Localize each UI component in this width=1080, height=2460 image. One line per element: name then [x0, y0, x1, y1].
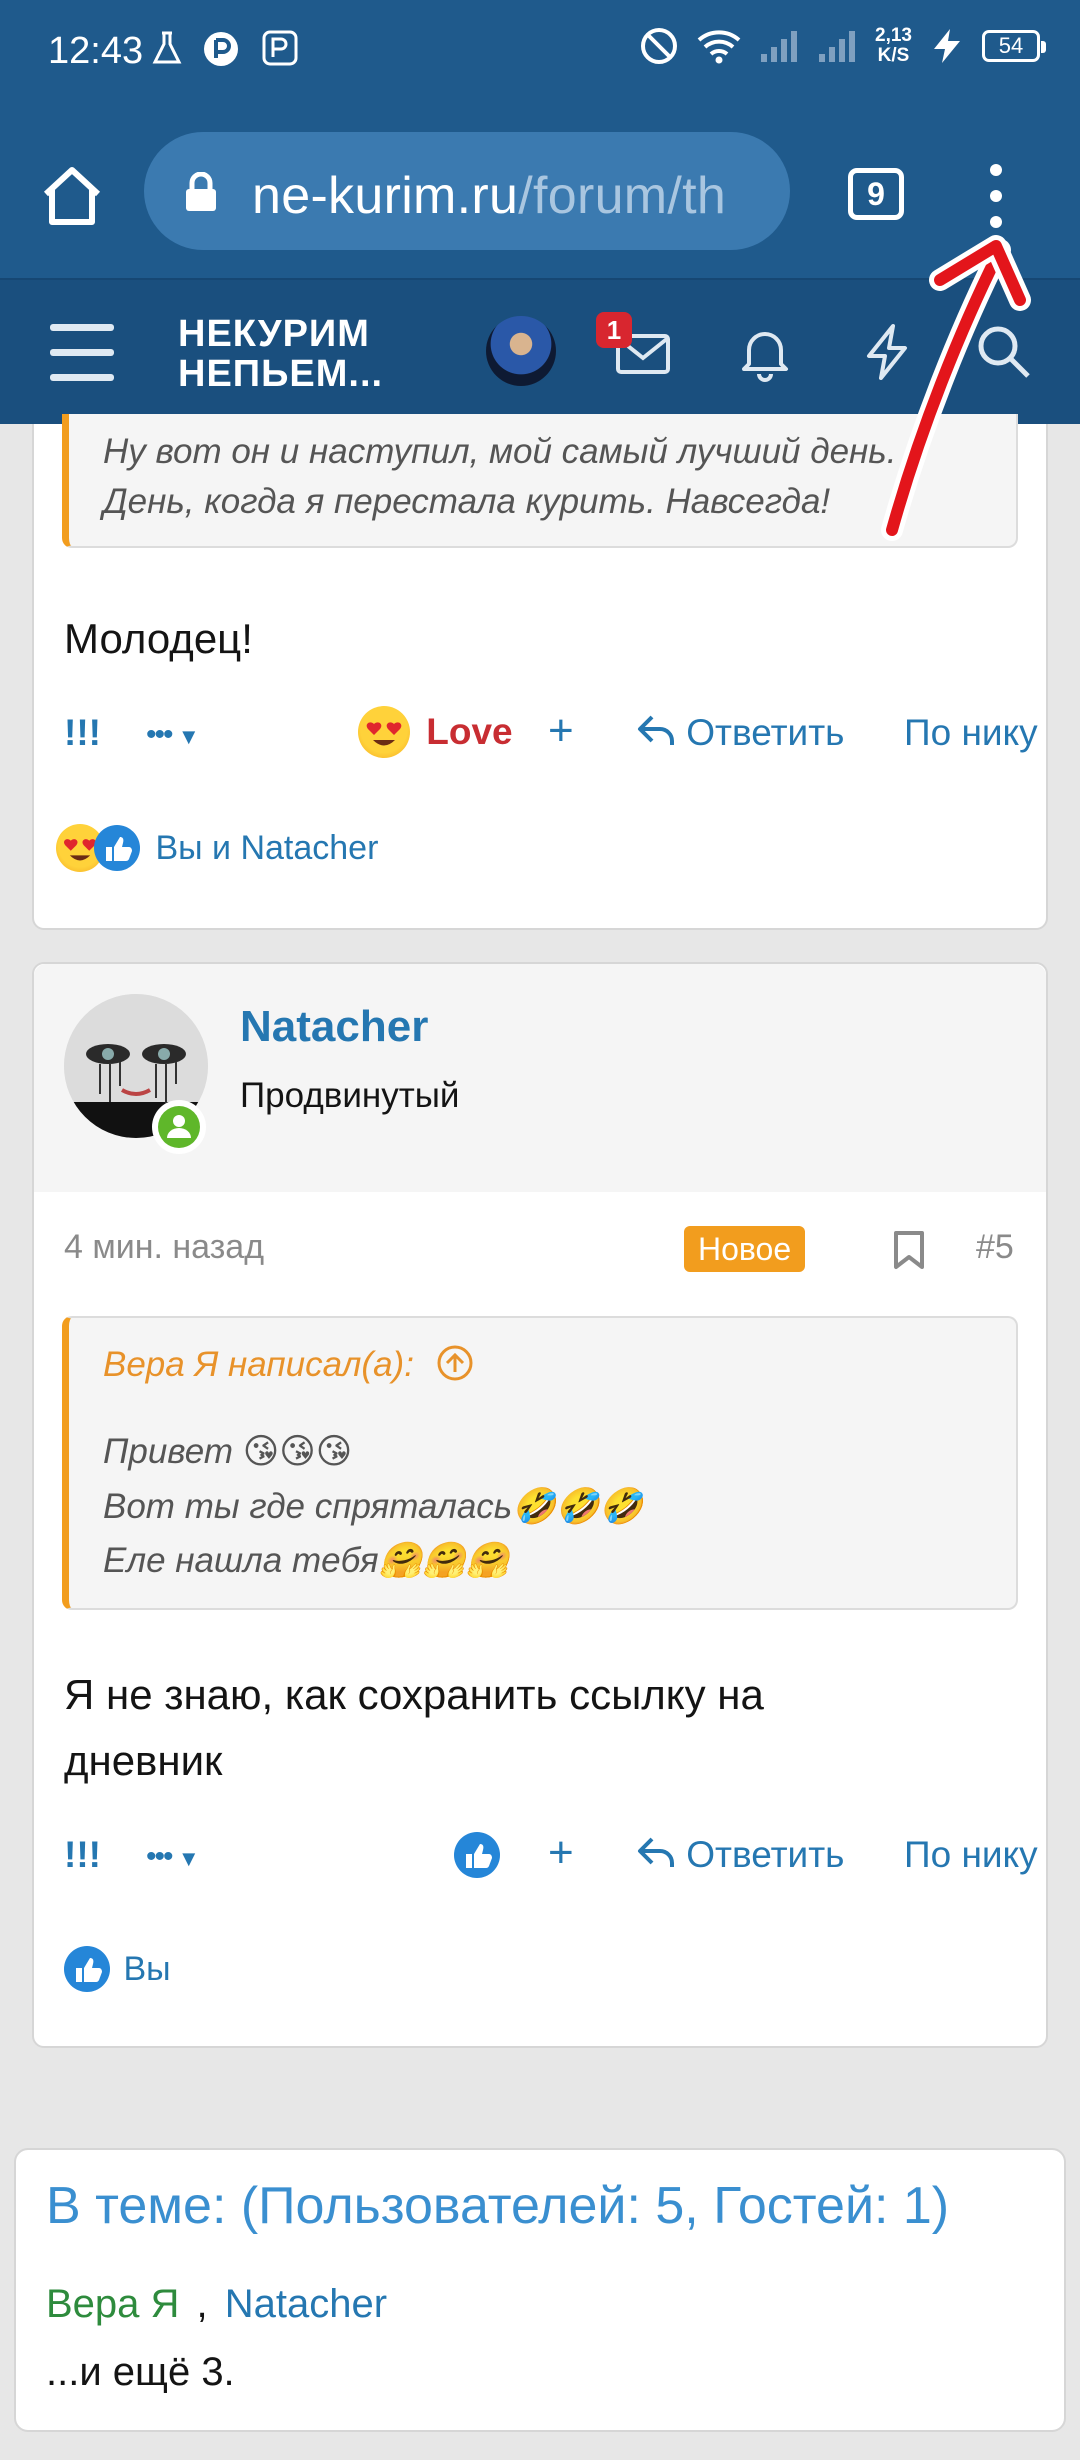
more-button[interactable]: ••• ▼: [146, 1840, 200, 1874]
like-reaction-button[interactable]: [454, 1832, 500, 1878]
battery-indicator: 54: [982, 30, 1046, 62]
url-row: ne-kurim.ru/forum/th 9: [0, 128, 1080, 258]
status-bar: 12:43 2,13 K/S 54: [0, 0, 1080, 106]
like-icon: [94, 825, 140, 871]
inbox-badge: 1: [596, 312, 632, 348]
chevron-down-icon: ▼: [177, 724, 200, 749]
post-card: Natacher Продвинутый 4 мин. назад Новое …: [32, 962, 1048, 2048]
url-text: ne-kurim.ru/forum/th: [252, 167, 727, 225]
menu-dot: [990, 164, 1002, 176]
lightning-icon[interactable]: [855, 320, 919, 384]
hamburger-menu-icon[interactable]: [50, 324, 114, 382]
chevron-down-icon: ▼: [177, 1846, 200, 1871]
heart-eyes-emoji-icon: [358, 706, 410, 758]
post-time[interactable]: 4 мин. назад: [64, 1228, 264, 1267]
lock-icon: [186, 172, 216, 211]
user-header: Natacher Продвинутый: [34, 964, 1046, 1192]
add-reaction-button[interactable]: +: [548, 706, 574, 756]
do-not-disturb-icon: [641, 28, 678, 64]
status-time: 12:43: [48, 30, 144, 72]
flask-icon: [152, 31, 182, 64]
viewer-link[interactable]: Вера Я: [46, 2282, 179, 2326]
reactions-summary[interactable]: Вы: [64, 1946, 171, 1992]
user-title: Продвинутый: [240, 1076, 460, 1115]
signal-icon-1: [761, 31, 798, 62]
reactions-summary[interactable]: Вы и Natacher: [56, 824, 378, 872]
app-notification-icon: [204, 32, 238, 66]
charging-icon: [934, 29, 960, 63]
user-avatar[interactable]: [486, 316, 556, 386]
add-reaction-button[interactable]: +: [548, 1828, 574, 1878]
report-button[interactable]: !!!: [64, 1834, 101, 1876]
bookmark-icon[interactable]: [892, 1230, 926, 1270]
viewers-more: ...и ещё 3.: [46, 2350, 235, 2394]
username-link[interactable]: Natacher: [240, 1002, 428, 1052]
thread-viewers-block: В теме: (Пользователей: 5, Гостей: 1) Ве…: [14, 2148, 1066, 2432]
more-button[interactable]: ••• ▼: [146, 718, 200, 752]
reply-button[interactable]: Ответить: [636, 1834, 844, 1876]
viewer-link[interactable]: Natacher: [225, 2282, 387, 2326]
quote-nick-button[interactable]: По нику: [904, 712, 1038, 754]
menu-dot: [990, 190, 1002, 202]
post-actions: !!! ••• ▼ + Ответить По нику: [64, 1828, 1044, 1894]
forum-logo[interactable]: НЕКУРИМ НЕПЬЕМ...: [178, 314, 383, 394]
browser-chrome: 12:43 2,13 K/S 54 ne-kurim.ru/forum/th 9: [0, 0, 1080, 278]
online-status-icon: [152, 1100, 206, 1154]
new-badge: Новое: [684, 1226, 806, 1272]
status-right: 2,13 K/S 54: [639, 25, 1046, 66]
like-icon: [64, 1946, 110, 1992]
reply-button[interactable]: Ответить: [636, 712, 844, 754]
post-message: Молодец!: [64, 615, 253, 662]
address-bar[interactable]: ne-kurim.ru/forum/th: [144, 132, 790, 250]
bell-icon[interactable]: [733, 320, 797, 384]
reply-icon: [638, 715, 674, 745]
viewers-title: В теме: (Пользователей: 5, Гостей: 1): [46, 2177, 950, 2235]
arrow-up-circle-icon: [437, 1345, 473, 1381]
wifi-icon: [697, 30, 741, 64]
post-actions: !!! ••• ▼ Love + Ответить По нику: [64, 706, 1044, 772]
signal-icon-2: [819, 31, 856, 62]
quote-block: Ну вот он и наступил, мой самый лучший д…: [62, 414, 1018, 548]
post-card: Ну вот он и наступил, мой самый лучший д…: [32, 414, 1048, 930]
browser-menu-button[interactable]: [970, 158, 1022, 234]
forum-header: НЕКУРИМ НЕПЬЕМ... 1: [0, 278, 1080, 424]
parking-app-icon: [262, 30, 298, 66]
like-icon: [466, 1844, 492, 1868]
reply-icon: [638, 1837, 674, 1867]
quote-author[interactable]: Вера Я написал(а):: [103, 1344, 474, 1385]
report-button[interactable]: !!!: [64, 712, 101, 754]
quote-block: Вера Я написал(а): Привет 😘😘😘 Вот ты где…: [62, 1316, 1018, 1610]
search-icon[interactable]: [972, 320, 1036, 384]
tab-switcher-button[interactable]: 9: [848, 168, 904, 220]
post-message: Я не знаю, как сохранить ссылку на дневн…: [64, 1671, 764, 1784]
quote-nick-button[interactable]: По нику: [904, 1834, 1038, 1876]
home-icon[interactable]: [38, 162, 106, 230]
network-speed: 2,13 K/S: [875, 25, 912, 66]
viewers-list: Вера Я , Natacher: [46, 2282, 388, 2326]
post-number[interactable]: #5: [976, 1228, 1014, 1267]
reaction-love-button[interactable]: Love: [358, 706, 513, 758]
menu-dot: [990, 216, 1002, 228]
